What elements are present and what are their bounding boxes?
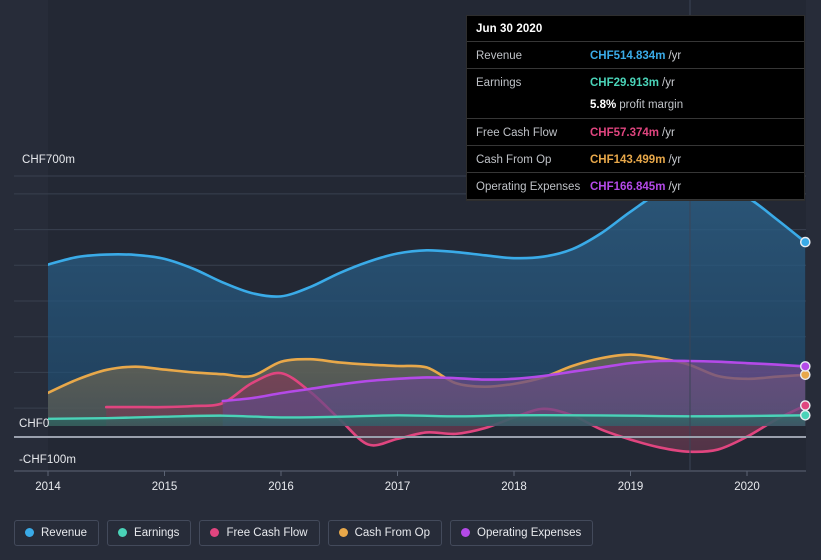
tooltip-row-value: CHF143.499m [590, 154, 666, 166]
tooltip-row-value: CHF29.913m [590, 77, 660, 89]
legend-item-cash-from-op[interactable]: Cash From Op [327, 519, 443, 546]
tooltip-row-value: CHF57.374m [590, 127, 660, 139]
endpoint-operating-expenses [800, 361, 811, 372]
legend-item-free-cash-flow[interactable]: Free Cash Flow [199, 519, 320, 546]
tooltip-row-earnings: Earnings CHF29.913m/yr [467, 68, 804, 95]
tooltip-profit-margin-label: profit margin [619, 99, 684, 111]
endpoint-free-cash-flow [800, 400, 811, 411]
tooltip-row-unit: /yr [662, 127, 675, 139]
tooltip-row-label: Cash From Op [476, 154, 552, 166]
tooltip-date: Jun 30 2020 [476, 23, 543, 35]
legend-item-label: Revenue [41, 526, 88, 539]
tooltip-row-label: Revenue [476, 50, 523, 62]
tooltip-row-label: Free Cash Flow [476, 127, 558, 139]
tooltip-bottom-rule [467, 199, 804, 200]
tooltip-rows: Revenue CHF514.834m/yr Earnings CHF29.913m /… [467, 41, 804, 200]
tooltip-profit-margin-row: 5.8% profit margin [467, 95, 804, 118]
x-axis-tick-2020: 2020 [734, 481, 760, 493]
legend-item-label: Cash From Op [354, 526, 431, 539]
tooltip-profit-margin-value: 5.8% [590, 99, 617, 111]
tooltip-row-unit: /yr [668, 181, 682, 193]
tooltip-row-operating-expenses: Operating Expenses CHF166.845m/yr [467, 172, 804, 199]
y-axis-label-zero: CHF0 [19, 418, 50, 430]
tooltip-row-unit: /yr [668, 50, 682, 62]
chart-legend[interactable]: Revenue Earnings Free Cash Flow Cash From O… [0, 505, 821, 560]
tooltip-row-free-cash-flow: Free Cash Flow CHF57.374m/yr [467, 118, 804, 145]
x-axis-tick-2019: 2019 [617, 481, 644, 493]
tooltip-row-value: CHF514.834m [590, 50, 666, 62]
tooltip-row-revenue: Revenue CHF514.834m/yr [467, 41, 804, 68]
x-axis-tick-2016: 2016 [268, 481, 294, 493]
legend-item-revenue[interactable]: Revenue [14, 519, 100, 546]
legend-item-earnings[interactable]: Earnings [107, 519, 192, 546]
tooltip-row-unit: /yr [662, 77, 675, 89]
x-axis-tick-2015: 2015 [151, 481, 178, 493]
tooltip-row-label: Earnings [476, 77, 522, 89]
tooltip-row-cash-from-op: Cash From Op CHF143.499m/yr [467, 145, 804, 172]
x-axis-tick-2018: 2018 [501, 481, 527, 493]
financial-performance-chart: CHF700m CHF0 -CHF100m 2014 2015 2016 2017 20… [0, 0, 821, 560]
tooltip-row-value: CHF166.845m [590, 181, 666, 193]
y-axis-label-top: CHF700m [22, 154, 76, 166]
endpoint-earnings [800, 409, 811, 421]
legend-color-dot [210, 528, 220, 537]
legend-item-label: Earnings [134, 526, 180, 539]
legend-item-label: Free Cash Flow [226, 526, 308, 539]
legend-color-dot [461, 528, 471, 537]
legend-color-dot [118, 528, 128, 537]
legend-item-operating-expenses[interactable]: Operating Expenses [450, 519, 594, 546]
x-axis-tick-2017: 2017 [384, 481, 411, 493]
legend-item-label: Operating Expenses [477, 526, 582, 539]
data-tooltip: Jun 30 2020 Revenue CHF514.834m/yr Earning… [466, 15, 805, 201]
tooltip-row-label: Operating Expenses [476, 181, 581, 193]
x-axis-tick-2014: 2014 [35, 481, 61, 493]
endpoint-revenue [800, 236, 811, 248]
tooltip-row-unit: /yr [668, 154, 682, 166]
legend-color-dot [25, 528, 34, 537]
y-axis-label-bottom: -CHF100m [19, 454, 77, 466]
legend-color-dot [338, 528, 348, 537]
